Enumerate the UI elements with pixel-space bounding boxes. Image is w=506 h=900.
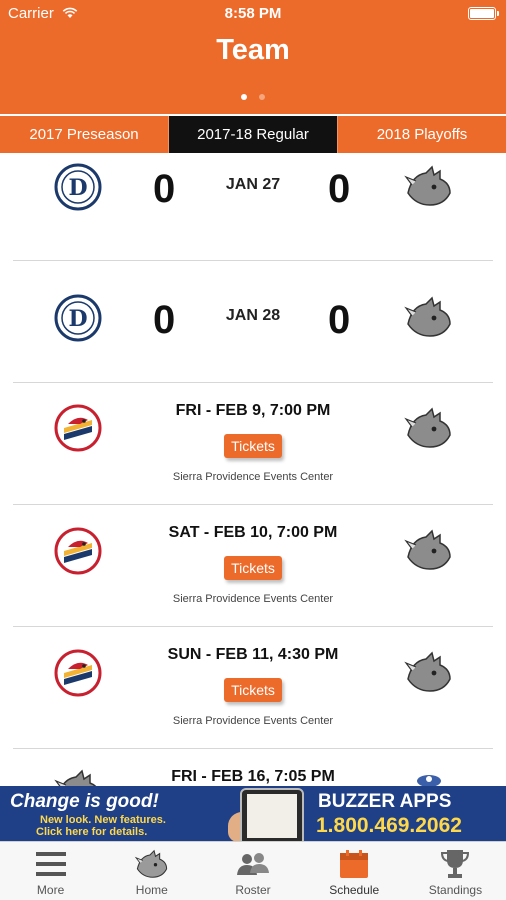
phone-graphic-icon — [240, 788, 304, 841]
tickets-button[interactable]: Tickets — [224, 678, 282, 702]
game-row[interactable]: D 0 JAN 28 0 — [0, 261, 506, 383]
rhino-logo-icon — [404, 527, 454, 573]
tab-label: Schedule — [329, 883, 380, 897]
game-row[interactable]: SAT - FEB 10, 7:00 PM Tickets Sierra Pro… — [0, 505, 506, 627]
ad-brand: BUZZER APPS — [318, 791, 452, 812]
status-time: 8:58 PM — [224, 5, 282, 22]
rhino-logo-icon — [404, 294, 454, 340]
tab-label: Roster — [235, 883, 271, 897]
tab-2018-playoffs[interactable]: 2018 Playoffs — [338, 116, 506, 153]
tab-roster[interactable]: Roster — [202, 842, 303, 900]
page-indicator[interactable] — [0, 87, 506, 105]
tab-label: Standings — [428, 883, 483, 897]
tab-schedule[interactable]: Schedule — [304, 842, 405, 900]
tab-home[interactable]: Home — [101, 842, 202, 900]
trophy-icon — [439, 848, 471, 880]
tab-more[interactable]: More — [0, 842, 101, 900]
tab-2017-preseason[interactable]: 2017 Preseason — [0, 116, 169, 153]
battery-icon — [468, 7, 499, 20]
ad-headline: Change is good! — [10, 791, 159, 812]
team-logo-icon — [404, 767, 454, 786]
tab-label: More — [36, 883, 65, 897]
tab-standings[interactable]: Standings — [405, 842, 506, 900]
game-row[interactable]: D 0 JAN 27 0 — [0, 153, 506, 261]
menu-icon — [35, 848, 66, 880]
ad-banner[interactable]: Change is good! New look. New features. … — [0, 786, 506, 841]
away-score: 0 — [328, 298, 351, 342]
ad-subline: Click here for details. — [36, 826, 148, 838]
game-row[interactable]: SUN - FEB 11, 4:30 PM Tickets Sierra Pro… — [0, 627, 506, 749]
game-row[interactable]: FRI - FEB 9, 7:00 PM Tickets Sierra Prov… — [0, 383, 506, 505]
calendar-icon — [339, 848, 369, 880]
status-bar: Carrier 8:58 PM — [0, 0, 506, 28]
tab-label: Home — [135, 883, 168, 897]
page-title: Team — [216, 34, 290, 66]
app-header: Carrier 8:58 PM Team — [0, 0, 506, 114]
tickets-button[interactable]: Tickets — [224, 556, 282, 580]
rhino-home-icon — [133, 848, 171, 880]
bottom-tab-bar: More Home Roster Schedule Standings — [0, 841, 506, 900]
ad-phone-number: 1.800.469.2062 — [316, 814, 462, 837]
game-venue: Sierra Providence Events Center — [172, 593, 334, 605]
page-dot[interactable] — [259, 94, 266, 100]
tab-2017-18-regular[interactable]: 2017-18 Regular — [169, 116, 338, 153]
ad-subline: New look. New features. — [40, 814, 166, 826]
people-icon — [236, 848, 270, 880]
rhino-logo-icon — [404, 405, 454, 451]
rhino-logo-icon — [404, 649, 454, 695]
game-venue: Sierra Providence Events Center — [172, 715, 334, 727]
game-row[interactable]: FRI - FEB 16, 7:05 PM — [0, 749, 506, 786]
schedule-list[interactable]: D 0 JAN 27 0 D 0 JAN 28 0 FRI - FEB 9, 7… — [0, 153, 506, 786]
away-score: 0 — [328, 167, 351, 211]
game-venue: Sierra Providence Events Center — [172, 471, 334, 483]
season-tabs: 2017 Preseason 2017-18 Regular 2018 Play… — [0, 116, 506, 153]
page-dot-active[interactable] — [240, 94, 247, 100]
rhino-logo-icon — [404, 163, 454, 209]
tickets-button[interactable]: Tickets — [224, 434, 282, 458]
